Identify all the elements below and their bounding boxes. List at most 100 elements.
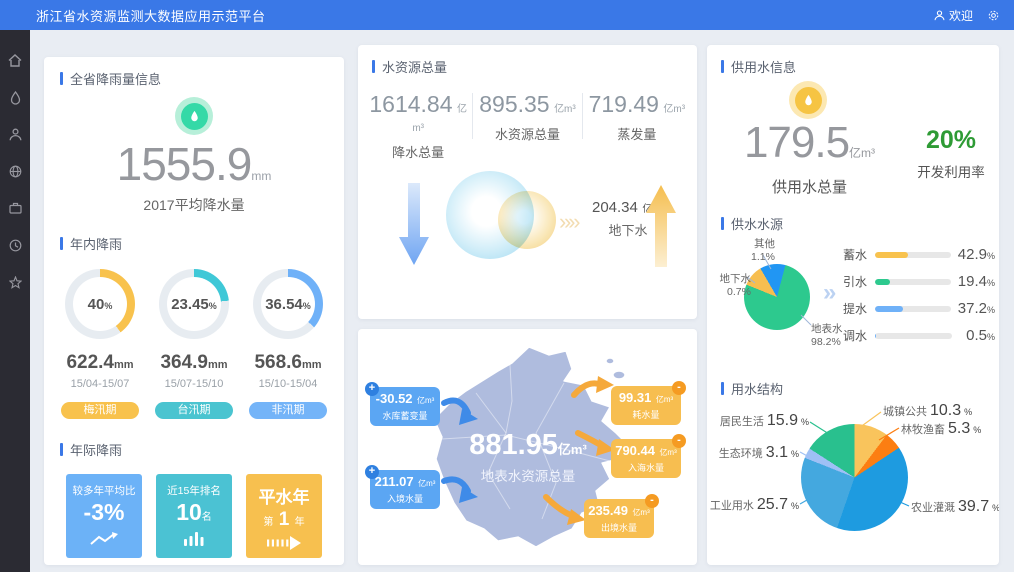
rain-period-donuts: 40% 622.4mm 15/04-15/07 梅汛期 23.45% 364.9…	[44, 269, 344, 419]
percent-sign: %	[791, 449, 799, 459]
period-unit: mm	[114, 359, 134, 371]
supply-drop-badge	[789, 81, 827, 119]
supply-unit: 亿m³	[849, 146, 875, 160]
sidebar-item-user[interactable]	[9, 128, 22, 143]
sidebar-item-clock[interactable]	[9, 239, 22, 254]
stat-evaporation: 719.49 亿m³ 蒸发量	[583, 91, 691, 143]
slice-pct: 15.9	[767, 412, 798, 430]
card-prefix: 第	[263, 517, 273, 528]
donut-pct: 40	[88, 296, 105, 313]
slice-name: 城镇公共	[883, 403, 927, 419]
slice-pct: 10.3	[930, 402, 961, 420]
avg-precipitation-unit: mm	[251, 169, 271, 183]
sidebar-item-water[interactable]	[10, 91, 21, 106]
donut-pct: 23.45	[171, 296, 209, 313]
usage-label-residential: 居民生活15.9%	[715, 412, 809, 430]
percent-sign: %	[987, 251, 995, 261]
gear-icon[interactable]	[987, 9, 1000, 22]
usage-label-agriculture: 农业灌溉39.7%	[911, 498, 999, 516]
resources-section-title: 水资源总量	[372, 57, 697, 76]
supply-title-text: 供用水信息	[731, 57, 796, 76]
callout-sea-outflow: - 790.44 亿m³ 入海水量	[611, 439, 681, 478]
legend-fill	[875, 279, 890, 285]
slice-name: 地下水	[707, 273, 751, 286]
slice-name: 其他	[727, 238, 775, 251]
stat-unit: 亿m³	[663, 104, 685, 115]
water-resources-panel: 水资源总量 1614.84 亿m³ 降水总量 895.35 亿m³ 水资源总量 …	[358, 45, 697, 319]
period-unit: mm	[208, 359, 228, 371]
percent-sign: %	[987, 278, 995, 288]
pie-label-groundwater: 地下水 0.7%	[707, 273, 751, 299]
supply-total-value: 179.5亿m³	[707, 118, 912, 168]
slice-pct: 98.2	[811, 336, 831, 348]
legend-name: 调水	[843, 327, 871, 344]
card-suffix: 年	[295, 517, 305, 528]
sidebar-item-globe[interactable]	[9, 165, 22, 180]
legend-track	[875, 333, 952, 339]
card-value: 10	[176, 499, 202, 525]
donut-col-plum-season: 40% 622.4mm 15/04-15/07 梅汛期	[56, 269, 144, 419]
pie-label-other: 其他 1.1%	[727, 238, 775, 264]
callout-unit: 亿m³	[417, 396, 434, 405]
user-welcome[interactable]: 欢迎	[934, 7, 973, 24]
card-label: 平水年	[246, 483, 322, 508]
callout-value: 211.07	[375, 474, 414, 489]
surface-water-map-panel: 881.95亿m³ 地表水资源总量 +	[358, 329, 697, 565]
rainfall-section-title: 全省降雨量信息	[60, 69, 344, 88]
surface-total-unit: 亿m³	[558, 442, 587, 457]
percent-sign: %	[973, 425, 981, 435]
stat-value: 895.35	[479, 91, 549, 117]
card-label: 较多年平均比	[66, 483, 142, 498]
minus-badge-icon: -	[672, 381, 686, 395]
avg-precipitation-number: 1555.9	[117, 138, 252, 190]
percent-sign: %	[104, 301, 112, 311]
stat-unit: 亿m³	[554, 104, 576, 115]
callout-unit: 亿m³	[418, 479, 435, 488]
sources-title-text: 供水水源	[731, 214, 783, 233]
slice-name: 生态环境	[719, 445, 763, 461]
sidebar-item-home[interactable]	[8, 54, 22, 69]
stat-total-resources: 895.35 亿m³ 水资源总量	[473, 91, 581, 143]
callout-value: 235.49	[588, 503, 628, 518]
usage-pie-chart	[801, 424, 908, 531]
percent-sign: %	[766, 251, 775, 263]
trend-line-icon	[66, 531, 142, 547]
sidebar-item-star[interactable]	[9, 276, 22, 291]
legend-track	[875, 306, 951, 312]
percent-sign: %	[209, 301, 217, 311]
callout-label: 水库蓄变量	[372, 409, 438, 422]
plus-badge-icon: +	[365, 382, 379, 396]
usage-label-urban-public: 城镇公共10.3%	[883, 402, 972, 420]
legend-row-storage: 蓄水 42.9%	[843, 246, 995, 263]
card-rank: 近15年排名 10名	[156, 474, 232, 558]
usage-structure-chart: 居民生活15.9% 城镇公共10.3% 林牧渔畜5.3% 生态环境3.1% 工业…	[707, 398, 999, 565]
left-nav-sidebar	[0, 30, 30, 572]
slice-pct: 5.3	[948, 420, 970, 438]
percent-sign: %	[987, 305, 995, 315]
supply-sources-chart: 其他 1.1% 地下水 0.7% 地表水 98.2% » 蓄水 42.9% 引水	[707, 233, 999, 379]
legend-name: 引水	[843, 273, 871, 290]
sidebar-item-briefcase[interactable]	[9, 202, 22, 217]
avg-precipitation-value: 1555.9mm	[44, 137, 344, 191]
callout-label: 入境水量	[372, 492, 438, 505]
annual-rain-title-text: 年内降雨	[70, 234, 122, 253]
interannual-cards: 较多年平均比 -3% 近15年排名 10名 平水年 第 1 年	[44, 474, 344, 558]
dashed-arrow-icon	[246, 536, 322, 552]
slice-pct: 3.1	[766, 444, 788, 462]
donut-col-typhoon-season: 23.45% 364.9mm 15/07-15/10 台汛期	[150, 269, 238, 419]
callout-value: 790.44	[615, 443, 655, 458]
title-accent-bar	[721, 382, 724, 395]
title-accent-bar	[372, 60, 375, 73]
rainfall-panel: 全省降雨量信息 1555.9mm 2017平均降水量 年内降雨 40% 622.…	[44, 57, 344, 565]
resource-stats: 1614.84 亿m³ 降水总量 895.35 亿m³ 水资源总量 719.49…	[358, 91, 697, 161]
period-range: 15/04-15/07	[56, 378, 144, 390]
percent-sign: %	[801, 417, 809, 427]
flow-chevrons-icon: »»	[559, 209, 577, 235]
donut-chart-nonflood: 36.54%	[253, 269, 323, 339]
stat-value: 719.49	[589, 91, 659, 117]
period-unit: mm	[302, 359, 322, 371]
surface-total-value: 881.95	[469, 429, 558, 461]
usage-title-text: 用水结构	[731, 379, 783, 398]
callout-unit: 亿m³	[659, 448, 676, 457]
slice-name: 林牧渔畜	[901, 421, 945, 437]
